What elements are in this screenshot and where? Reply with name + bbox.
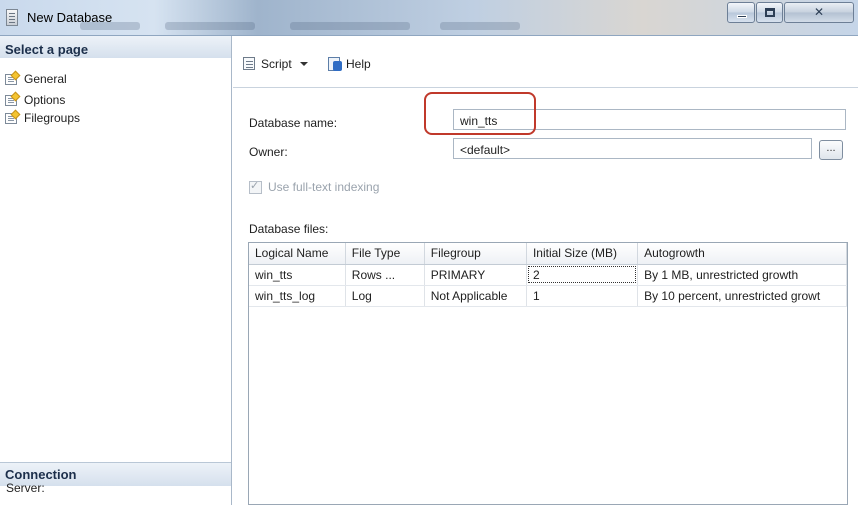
page-icon bbox=[4, 109, 21, 125]
cell-logical-name[interactable]: win_tts bbox=[249, 264, 346, 286]
close-icon: ✕ bbox=[813, 5, 825, 19]
minimize-button[interactable] bbox=[727, 2, 755, 23]
general-page-panel: Script Help Database name: Owner: ... ✓ … bbox=[233, 36, 858, 505]
script-icon bbox=[241, 56, 257, 71]
table-row[interactable]: win_tts Rows ... PRIMARY 2 By 1 MB, unre… bbox=[249, 264, 847, 286]
owner-label: Owner: bbox=[249, 145, 288, 159]
fulltext-checkbox[interactable]: ✓ bbox=[249, 178, 262, 194]
owner-input[interactable] bbox=[453, 138, 812, 159]
help-label: Help bbox=[346, 57, 371, 71]
page-selector-panel: Select a page General Options Filegroups… bbox=[0, 36, 232, 505]
database-files-label: Database files: bbox=[249, 222, 329, 236]
cell-filegroup[interactable]: PRIMARY bbox=[424, 264, 527, 286]
table-row[interactable]: win_tts_log Log Not Applicable 1 By 10 p… bbox=[249, 285, 847, 307]
page-icon bbox=[4, 91, 21, 107]
background-blur bbox=[290, 22, 410, 30]
maximize-icon bbox=[765, 8, 775, 17]
column-header-logical-name[interactable]: Logical Name bbox=[249, 243, 346, 265]
fulltext-label: Use full-text indexing bbox=[268, 180, 380, 194]
column-header-initial-size[interactable]: Initial Size (MB) bbox=[526, 243, 639, 265]
title-bar: New Database ✕ bbox=[0, 0, 858, 36]
cell-file-type[interactable]: Rows ... bbox=[345, 264, 425, 286]
page-item-label: Filegroups bbox=[24, 111, 81, 125]
highlight-annotation bbox=[424, 92, 536, 135]
help-icon bbox=[327, 56, 343, 72]
checkmark-icon: ✓ bbox=[250, 178, 260, 192]
database-window-icon bbox=[6, 9, 18, 26]
page-item-options[interactable]: Options bbox=[4, 91, 229, 108]
cell-initial-size[interactable]: 1 bbox=[526, 285, 639, 307]
page-item-general[interactable]: General bbox=[4, 70, 229, 87]
window-controls: ✕ bbox=[727, 2, 855, 24]
cell-initial-size[interactable]: 2 bbox=[526, 264, 639, 286]
background-blur bbox=[165, 22, 255, 30]
table-header-row: Logical Name File Type Filegroup Initial… bbox=[249, 243, 847, 265]
help-button[interactable]: Help bbox=[327, 56, 371, 72]
server-label: Server: bbox=[6, 481, 45, 495]
select-page-header: Select a page bbox=[0, 36, 231, 58]
cell-file-type[interactable]: Log bbox=[345, 285, 425, 307]
chevron-down-icon[interactable] bbox=[299, 61, 308, 66]
close-button[interactable]: ✕ bbox=[784, 2, 854, 23]
database-files-grid[interactable]: Logical Name File Type Filegroup Initial… bbox=[248, 242, 848, 505]
script-button[interactable]: Script bbox=[241, 56, 308, 71]
toolbar: Script Help bbox=[233, 36, 858, 88]
column-header-autogrowth[interactable]: Autogrowth bbox=[637, 243, 847, 265]
database-name-label: Database name: bbox=[249, 116, 338, 130]
cell-autogrowth[interactable]: By 1 MB, unrestricted growth bbox=[637, 264, 847, 286]
maximize-button[interactable] bbox=[756, 2, 783, 23]
column-header-file-type[interactable]: File Type bbox=[345, 243, 425, 265]
column-header-filegroup[interactable]: Filegroup bbox=[424, 243, 527, 265]
minimize-icon bbox=[737, 15, 747, 18]
page-icon bbox=[4, 70, 21, 86]
page-item-label: Options bbox=[24, 93, 66, 107]
cell-logical-name[interactable]: win_tts_log bbox=[249, 285, 346, 307]
database-files-table: Logical Name File Type Filegroup Initial… bbox=[249, 243, 847, 307]
browse-owner-button[interactable]: ... bbox=[819, 140, 843, 160]
window-title: New Database bbox=[27, 10, 113, 25]
cell-filegroup[interactable]: Not Applicable bbox=[424, 285, 527, 307]
background-blur bbox=[440, 22, 520, 30]
script-label: Script bbox=[261, 56, 292, 71]
cell-autogrowth[interactable]: By 10 percent, unrestricted growt bbox=[637, 285, 847, 307]
fulltext-checkbox-row: ✓ Use full-text indexing bbox=[249, 178, 380, 194]
page-item-filegroups[interactable]: Filegroups bbox=[4, 109, 229, 126]
page-item-label: General bbox=[24, 72, 67, 86]
